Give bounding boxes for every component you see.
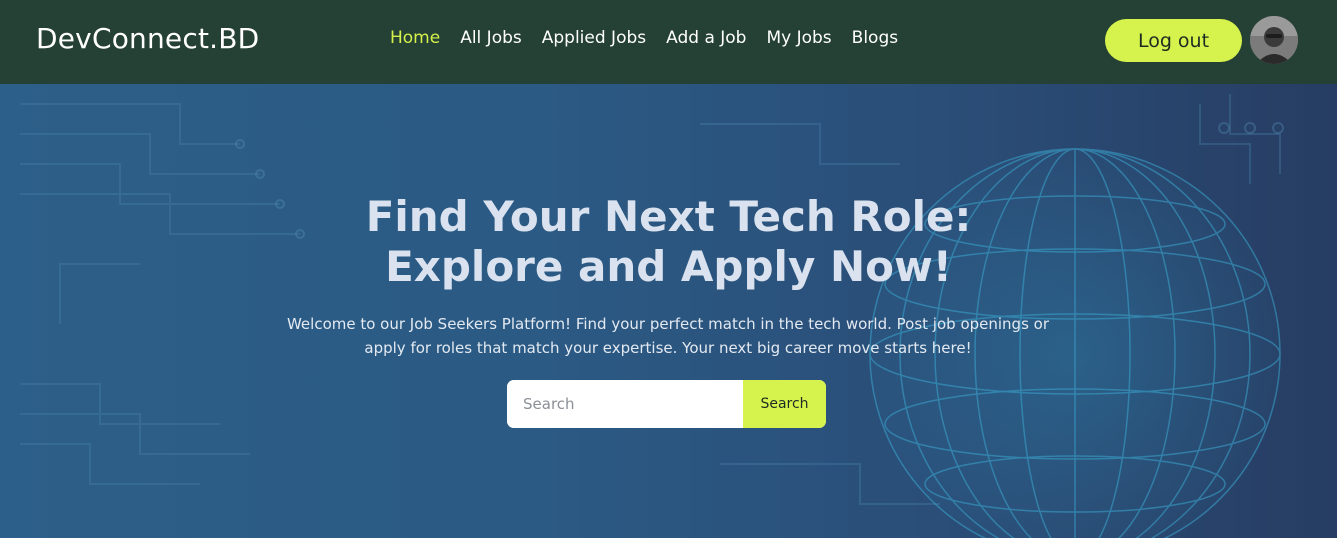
nav-link-applied-jobs[interactable]: Applied Jobs [542,28,646,48]
nav-link-home[interactable]: Home [390,28,440,48]
hero-section: Find Your Next Tech Role: Explore and Ap… [0,84,1337,538]
search-button[interactable]: Search [743,380,826,428]
user-avatar-icon[interactable] [1250,16,1298,64]
hero-subtitle-line2: apply for roles that match your expertis… [364,339,972,357]
hero-title-line2: Explore and Apply Now! [385,242,952,291]
logout-button[interactable]: Log out [1105,19,1242,62]
nav-link-all-jobs[interactable]: All Jobs [460,28,522,48]
nav-link-blogs[interactable]: Blogs [852,28,898,48]
hero-title: Find Your Next Tech Role: Explore and Ap… [0,192,1337,292]
hero-subtitle-line1: Welcome to our Job Seekers Platform! Fin… [286,315,1050,333]
navbar: DevConnect.BD Home All Jobs Applied Jobs… [0,0,1337,84]
site-logo[interactable]: DevConnect.BD [36,22,259,55]
hero-title-line1: Find Your Next Tech Role: [365,192,972,241]
nav-link-add-a-job[interactable]: Add a Job [666,28,746,48]
search-input[interactable] [507,380,743,428]
circuit-globe-background [20,94,1284,538]
hero-subtitle: Welcome to our Job Seekers Platform! Fin… [258,312,1078,360]
nav-links: Home All Jobs Applied Jobs Add a Job My … [390,28,918,48]
search-form: Search [507,380,826,428]
nav-link-my-jobs[interactable]: My Jobs [766,28,831,48]
